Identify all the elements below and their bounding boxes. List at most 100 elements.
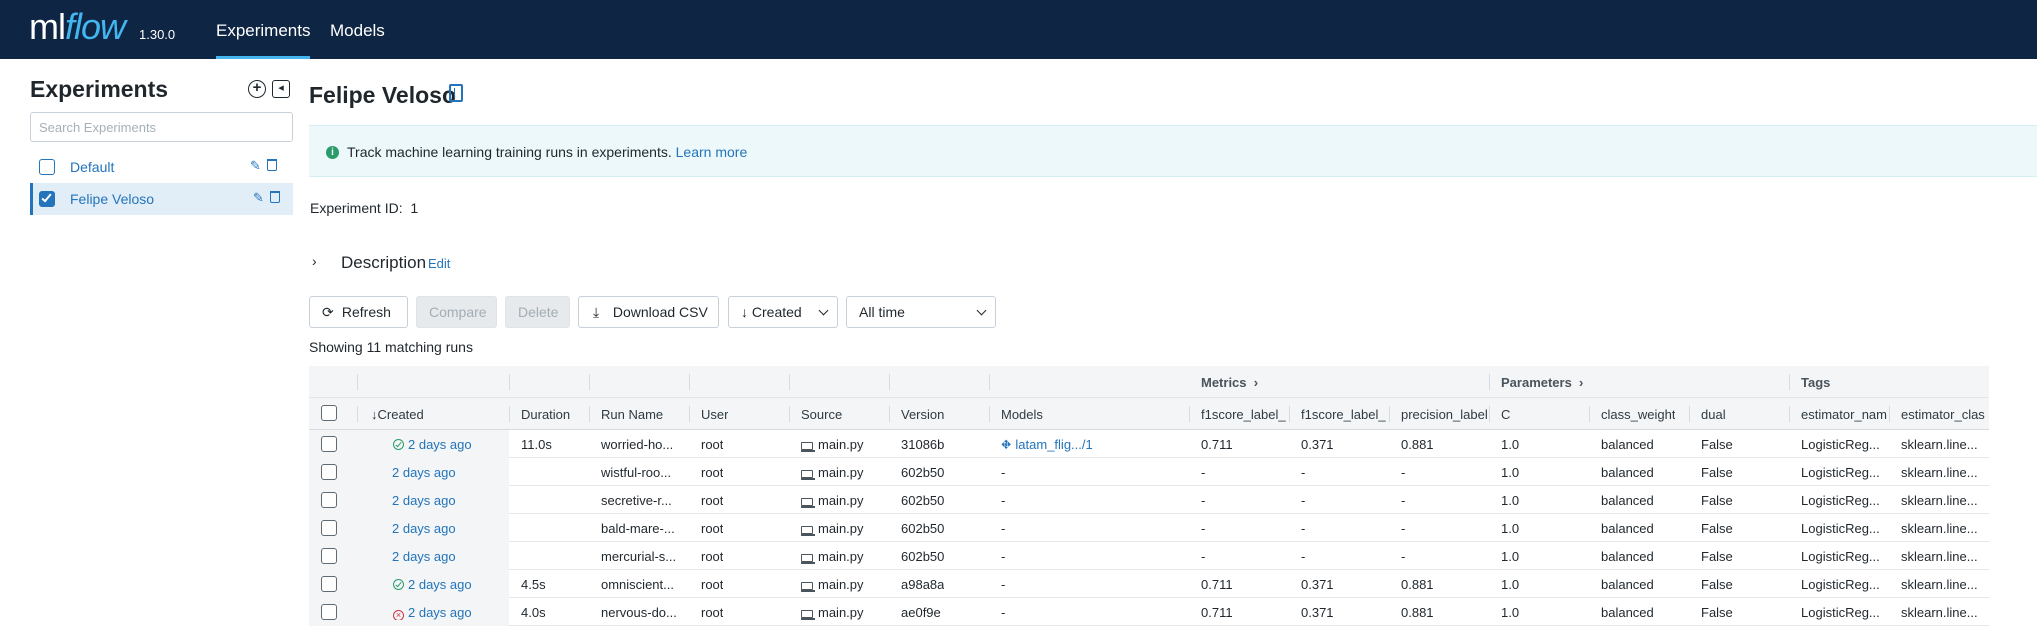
row-checkbox[interactable]	[321, 492, 337, 508]
version-label: 1.30.0	[139, 27, 176, 42]
cell-source[interactable]: main.py	[801, 605, 864, 620]
sort-dropdown[interactable]: ↓ Created	[728, 296, 838, 328]
table-row[interactable]: 2 days ago mercurial-s... root 602b50 - - - 1.0…	[309, 542, 1989, 570]
row-checkbox[interactable]	[321, 436, 337, 452]
cell-run-name[interactable]: nervous-do...	[601, 605, 677, 620]
mlflow-logo[interactable]: mlflow	[29, 6, 126, 48]
add-experiment-icon[interactable]: +	[248, 80, 266, 98]
chevron-right-icon[interactable]: ›	[312, 253, 317, 269]
experiment-checkbox[interactable]	[39, 191, 55, 207]
tags-group-label[interactable]: Tags	[1801, 375, 1830, 390]
column-header-run-name[interactable]: Run Name	[601, 407, 663, 422]
cell-run-name[interactable]: bald-mare-...	[601, 521, 675, 536]
cell-created[interactable]: 2 days ago	[393, 577, 472, 592]
cell-run-name[interactable]: omniscient...	[601, 577, 674, 592]
pencil-icon[interactable]: ✎	[253, 190, 264, 206]
cell-created[interactable]: 2 days ago	[392, 465, 456, 480]
table-row[interactable]: 2 days ago bald-mare-... root 602b50 - - - 1.0 b…	[309, 514, 1989, 542]
created-text[interactable]: 2 days ago	[408, 437, 472, 452]
cell-run-name[interactable]: worried-ho...	[601, 437, 673, 452]
column-header-models[interactable]: Models	[1001, 407, 1043, 422]
cell-run-name[interactable]: mercurial-s...	[601, 549, 676, 564]
experiment-checkbox[interactable]	[39, 159, 55, 175]
column-header-version[interactable]: Version	[901, 407, 944, 422]
column-header-user[interactable]: User	[701, 407, 728, 422]
cell-source[interactable]: main.py	[801, 521, 864, 536]
cell-class-weight: balanced	[1601, 577, 1654, 592]
cell-run-name[interactable]: wistful-roo...	[601, 465, 671, 480]
column-header-param-c[interactable]: C	[1501, 407, 1510, 422]
description-edit-link[interactable]: Edit	[428, 256, 450, 271]
cell-version: ae0f9e	[901, 605, 941, 620]
cell-created[interactable]: × 2 days ago	[393, 605, 472, 620]
row-checkbox[interactable]	[321, 548, 337, 564]
cell-user: root	[701, 605, 724, 620]
cell-metric-3: -	[1401, 521, 1406, 536]
row-checkbox[interactable]	[321, 464, 337, 480]
parameters-group-label[interactable]: Parameters ›	[1501, 375, 1583, 390]
row-checkbox[interactable]	[321, 520, 337, 536]
cell-source[interactable]: main.py	[801, 493, 864, 508]
created-text[interactable]: 2 days ago	[392, 549, 456, 564]
created-text[interactable]: 2 days ago	[392, 493, 456, 508]
table-row[interactable]: 2 days ago 4.5s omniscient... root a98a8a 0.7…	[309, 570, 1989, 598]
column-header-metric-1[interactable]: f1score_label_	[1201, 407, 1289, 422]
column-header-duration[interactable]: Duration	[521, 407, 570, 422]
learn-more-link[interactable]: Learn more	[676, 144, 748, 160]
created-text[interactable]: 2 days ago	[408, 577, 472, 592]
cell-metric-1: 0.711	[1201, 437, 1233, 452]
cell-source[interactable]: main.py	[801, 577, 864, 592]
created-text[interactable]: 2 days ago	[408, 605, 472, 620]
cell-models: -	[1001, 549, 1006, 564]
cell-duration: 11.0s	[521, 437, 552, 452]
trash-icon[interactable]	[270, 191, 280, 203]
column-header-source[interactable]: Source	[801, 407, 842, 422]
cell-models[interactable]: ⛖ latam_flig.../1	[1001, 437, 1093, 453]
time-filter-dropdown[interactable]: All time	[846, 296, 996, 328]
collapse-sidebar-icon[interactable]: ◂	[272, 80, 290, 98]
column-header-metric-3[interactable]: precision_label	[1401, 407, 1489, 422]
cell-source[interactable]: main.py	[801, 549, 864, 564]
experiment-item-default[interactable]: Default ✎	[30, 151, 293, 183]
column-header-class-weight[interactable]: class_weight	[1601, 407, 1675, 422]
search-experiments-input[interactable]	[30, 112, 293, 142]
created-text[interactable]: 2 days ago	[392, 465, 456, 480]
column-header-estimator-class[interactable]: estimator_clas	[1901, 407, 1989, 422]
experiment-label[interactable]: Default	[70, 159, 114, 175]
cell-created[interactable]: 2 days ago	[392, 493, 456, 508]
cell-created[interactable]: 2 days ago	[393, 437, 472, 452]
column-header-created[interactable]: ↓Created	[371, 407, 424, 422]
column-header-dual[interactable]: dual	[1701, 407, 1726, 422]
cell-source[interactable]: main.py	[801, 465, 864, 480]
experiment-label[interactable]: Felipe Veloso	[70, 191, 154, 207]
table-row[interactable]: 2 days ago 11.0s worried-ho... root 31086b 0.…	[309, 430, 1989, 458]
row-checkbox[interactable]	[321, 604, 337, 620]
select-all-checkbox[interactable]	[321, 405, 337, 421]
row-checkbox[interactable]	[321, 576, 337, 592]
trash-icon[interactable]	[267, 159, 277, 171]
metrics-group-label[interactable]: Metrics ›	[1201, 375, 1258, 390]
download-csv-button[interactable]: ⤓ Download CSV	[578, 296, 719, 328]
table-row[interactable]: × 2 days ago 4.0s nervous-do... root ae0f9e 0.…	[309, 598, 1989, 626]
table-row[interactable]: 2 days ago secretive-r... root 602b50 - - - 1.0…	[309, 486, 1989, 514]
created-text[interactable]: 2 days ago	[392, 521, 456, 536]
cell-created[interactable]: 2 days ago	[392, 549, 456, 564]
cell-metric-3: 0.881	[1401, 437, 1434, 452]
compare-button[interactable]: Compare	[416, 296, 497, 328]
cell-source[interactable]: main.py	[801, 437, 864, 452]
column-header-estimator-name[interactable]: estimator_nam	[1801, 407, 1889, 422]
column-header-metric-2[interactable]: f1score_label_	[1301, 407, 1389, 422]
column-group-header: Metrics › Parameters › Tags	[309, 366, 1989, 398]
cell-run-name[interactable]: secretive-r...	[601, 493, 672, 508]
cell-created[interactable]: 2 days ago	[392, 521, 456, 536]
delete-button[interactable]: Delete	[505, 296, 570, 328]
tab-models[interactable]: Models	[330, 0, 385, 59]
pencil-icon[interactable]: ✎	[250, 158, 261, 174]
table-row[interactable]: 2 days ago wistful-roo... root 602b50 - - - 1.0…	[309, 458, 1989, 486]
refresh-button[interactable]: ⟳ Refresh	[309, 296, 408, 328]
tab-experiments[interactable]: Experiments	[216, 0, 311, 59]
description-title[interactable]: Description	[341, 253, 426, 273]
copy-icon[interactable]	[449, 84, 463, 102]
cell-user: root	[701, 549, 724, 564]
experiment-item-felipe-veloso[interactable]: Felipe Veloso ✎	[30, 183, 293, 215]
